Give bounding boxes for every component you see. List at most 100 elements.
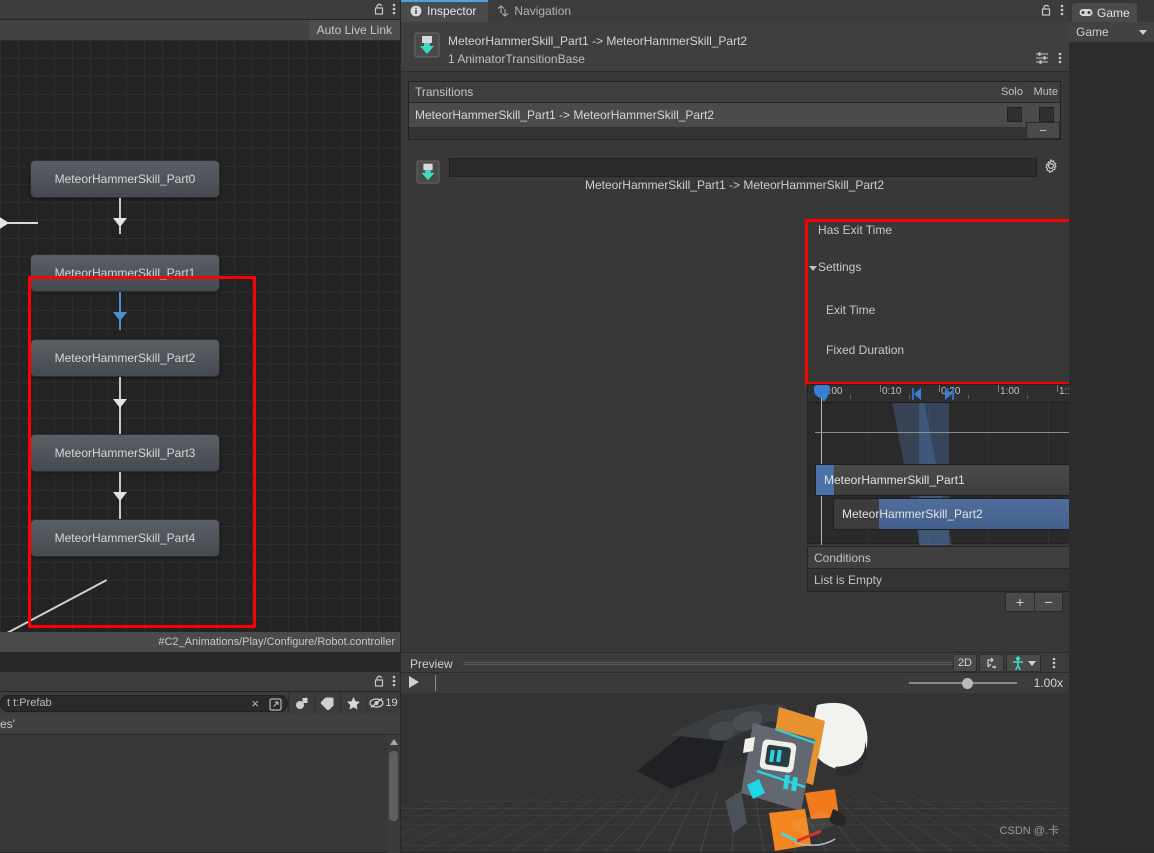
solo-column-label: Solo — [1000, 86, 1023, 98]
playback-scrubber[interactable] — [439, 675, 904, 691]
state-node-label: MeteorHammerSkill_Part3 — [54, 446, 196, 460]
auto-live-link-button[interactable]: Auto Live Link — [308, 20, 400, 40]
controller-path-breadcrumb: #C2_Animations/Play/Configure/Robot.cont… — [0, 632, 400, 652]
tab-navigation[interactable]: Navigation — [488, 0, 583, 22]
solo-checkbox[interactable] — [1007, 107, 1022, 122]
add-condition-button[interactable]: + — [1006, 593, 1034, 611]
state-node-part3[interactable]: MeteorHammerSkill_Part3 — [30, 434, 220, 472]
preview-header: Preview 2D — [401, 652, 1069, 673]
pivot-handle-icon[interactable] — [979, 654, 1004, 672]
remove-condition-button[interactable]: − — [1034, 593, 1062, 611]
entry-transition-arrow — [0, 216, 38, 230]
clear-search-icon[interactable]: × — [251, 697, 259, 710]
project-asset-list[interactable] — [0, 734, 400, 853]
gear-icon[interactable] — [1044, 159, 1058, 173]
gamepad-icon — [1079, 8, 1093, 17]
remove-transition-label: − — [1039, 123, 1047, 138]
toggle-2d-button[interactable]: 2D — [952, 654, 977, 672]
navigation-icon — [497, 5, 509, 17]
game-display-dropdown[interactable]: Game — [1069, 22, 1154, 42]
filter-by-label-icon[interactable] — [314, 692, 340, 714]
kebab-menu-icon[interactable] — [1043, 654, 1065, 672]
animator-transition-asset-icon — [414, 31, 440, 59]
kebab-menu-icon[interactable] — [392, 674, 396, 688]
project-search-bar: t t:Prefab × 19 — [0, 692, 400, 714]
inspector-subtitle: 1 AnimatorTransitionBase — [448, 52, 585, 66]
hidden-count-label: 19 — [385, 697, 398, 709]
chevron-down-icon[interactable] — [809, 266, 817, 271]
transition-object-field[interactable] — [449, 158, 1037, 177]
preview-viewport[interactable]: CSDN @.卡 — [401, 693, 1069, 852]
kebab-menu-icon[interactable] — [392, 2, 396, 16]
preset-icon[interactable] — [1035, 51, 1049, 65]
lock-icon[interactable] — [374, 675, 385, 687]
transition-arrowhead — [113, 399, 127, 408]
game-view-body[interactable] — [1069, 42, 1154, 852]
watermark-label: CSDN @.卡 — [999, 825, 1059, 837]
state-node-part2[interactable]: MeteorHammerSkill_Part2 — [30, 339, 220, 377]
info-icon — [410, 5, 422, 17]
lock-icon[interactable] — [1041, 4, 1052, 16]
inspector-tabstrip: Inspector Navigation — [401, 0, 1069, 22]
transitions-header-label: Transitions — [415, 85, 474, 99]
toggle-2d-label: 2D — [957, 657, 972, 669]
kebab-menu-icon[interactable] — [1060, 3, 1064, 17]
tab-game-label: Game — [1097, 5, 1130, 20]
timeline-clip-label: MeteorHammerSkill_Part1 — [824, 473, 965, 487]
avatar-mask-icon[interactable] — [1006, 654, 1041, 672]
tab-inspector[interactable]: Inspector — [401, 0, 489, 22]
transition-arrowhead — [113, 312, 127, 321]
project-breadcrumb[interactable]: es' — [0, 714, 400, 734]
mute-checkbox[interactable] — [1039, 107, 1054, 122]
state-node-label: MeteorHammerSkill_Part2 — [54, 351, 196, 365]
conditions-buttons: + − — [1005, 592, 1063, 612]
ruler-tick-label: 1:00 — [1000, 386, 1020, 397]
animator-state-graph[interactable]: MeteorHammerSkill_Part0 MeteorHammerSkil… — [0, 40, 400, 652]
search-input[interactable]: t t:Prefab × — [0, 694, 288, 712]
lock-icon[interactable] — [374, 3, 385, 15]
timeline-playhead-handle[interactable] — [814, 385, 830, 402]
transition-object-field-row: MeteorHammerSkill_Part1 -> MeteorHammerS… — [408, 152, 1061, 192]
animator-panel: Auto Live Link MeteorHammerSkill_Part0 M… — [0, 0, 400, 652]
playback-divider — [435, 675, 436, 691]
transition-start-marker[interactable] — [911, 387, 923, 401]
tab-game[interactable]: Game — [1072, 3, 1137, 22]
state-node-label: MeteorHammerSkill_Part4 — [54, 531, 196, 545]
favorites-star-icon[interactable] — [340, 692, 366, 714]
transitions-list-box: Transitions Solo Mute MeteorHammerSkill_… — [408, 81, 1061, 140]
state-node-part4[interactable]: MeteorHammerSkill_Part4 — [30, 519, 220, 557]
add-condition-label: + — [1015, 594, 1025, 610]
scrollbar-thumb[interactable] — [389, 751, 398, 821]
search-input-value: t t:Prefab — [7, 697, 52, 709]
filter-by-type-icon[interactable] — [288, 692, 314, 714]
preview-playback-bar: 1.00x — [401, 673, 1069, 693]
project-breadcrumb-label: es' — [0, 717, 15, 731]
inspector-header: MeteorHammerSkill_Part1 -> MeteorHammerS… — [401, 22, 1069, 72]
kebab-menu-icon[interactable] — [1058, 51, 1062, 65]
chevron-down-icon — [1139, 30, 1147, 35]
playback-speed-label: 1.00x — [1033, 676, 1063, 690]
transitions-list-header: Transitions Solo Mute — [409, 82, 1060, 103]
auto-live-link-label: Auto Live Link — [316, 23, 392, 37]
transition-edge-1-2-selected[interactable] — [119, 292, 121, 330]
controller-path-label: #C2_Animations/Play/Configure/Robot.cont… — [158, 636, 395, 648]
animator-tabstrip — [0, 0, 400, 20]
transition-end-marker[interactable] — [943, 387, 955, 401]
transition-list-item[interactable]: MeteorHammerSkill_Part1 -> MeteorHammerS… — [409, 103, 1060, 127]
playback-speed-knob[interactable] — [962, 678, 973, 689]
transition-list-item-label: MeteorHammerSkill_Part1 -> MeteorHammerS… — [415, 108, 715, 122]
transition-arrowhead — [113, 492, 127, 501]
remove-transition-button[interactable]: − — [1026, 122, 1060, 139]
project-list-scrollbar[interactable] — [387, 735, 400, 853]
transition-edge-0-1[interactable] — [119, 198, 121, 234]
hidden-items-count[interactable]: 19 — [366, 692, 400, 714]
scroll-up-arrow-icon[interactable] — [390, 739, 398, 745]
play-icon[interactable] — [409, 676, 419, 688]
open-in-new-window-icon[interactable] — [268, 697, 283, 712]
project-panel: t t:Prefab × 19 es' — [0, 672, 400, 853]
setting-label: Exit Time — [826, 303, 876, 317]
robot-model-render — [637, 702, 868, 851]
chevron-down-icon[interactable] — [1028, 660, 1036, 666]
state-node-part1[interactable]: MeteorHammerSkill_Part1 — [30, 254, 220, 292]
state-node-part0[interactable]: MeteorHammerSkill_Part0 — [30, 160, 220, 198]
